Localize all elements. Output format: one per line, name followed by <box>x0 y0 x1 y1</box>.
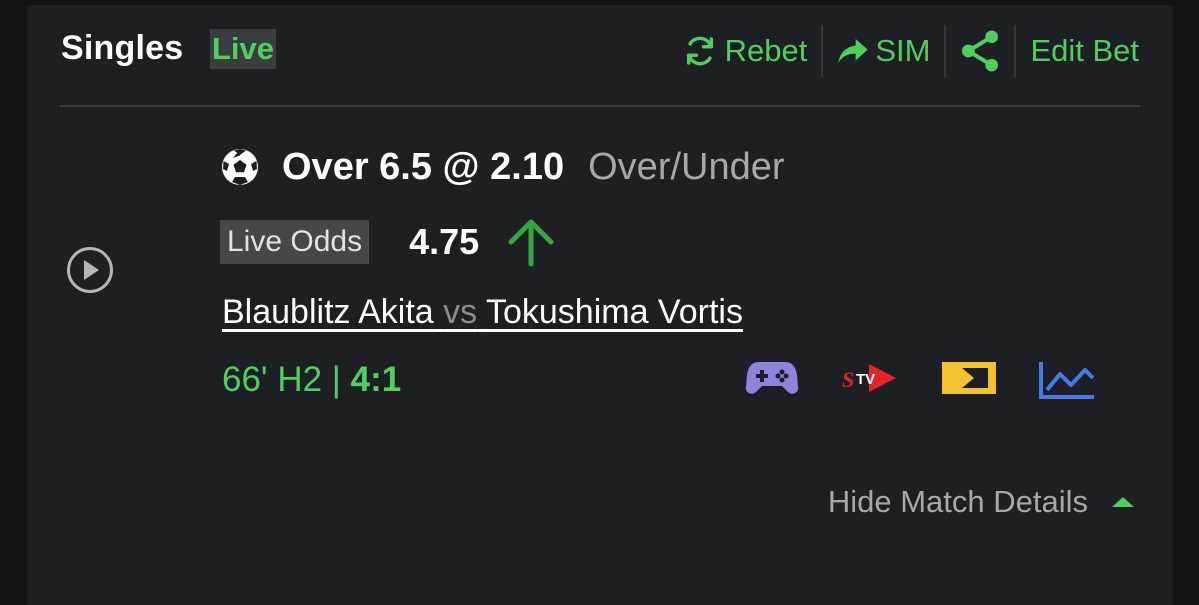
selection-text: Over 6.5 @ 2.10 <box>282 145 565 188</box>
header-divider <box>60 105 1140 107</box>
match-score: 4:1 <box>350 360 402 399</box>
hide-details-button[interactable]: Hide Match Details <box>828 484 1136 520</box>
action-separator <box>1014 25 1017 77</box>
soccer-ball-icon <box>222 149 258 185</box>
svg-text:S: S <box>842 367 854 392</box>
edit-bet-label: Edit Bet <box>1030 33 1139 68</box>
caret-up-icon <box>1112 497 1134 507</box>
home-team: Blaublitz Akita <box>222 293 434 331</box>
arrow-up-icon <box>508 219 554 267</box>
vs-label: vs <box>443 293 478 331</box>
header-actions: Rebet SIM Edit Bet <box>683 25 1139 77</box>
tv-icon[interactable] <box>941 360 997 396</box>
svg-text:TV: TV <box>856 371 875 388</box>
bet-type-title: Singles <box>61 29 184 67</box>
share-icon <box>962 30 999 72</box>
rebet-button[interactable]: Rebet <box>683 33 808 69</box>
sim-button[interactable]: SIM <box>837 33 930 69</box>
live-badge: Live <box>210 29 277 69</box>
stv-icon[interactable]: S TV <box>841 360 899 396</box>
action-separator <box>944 25 947 77</box>
play-button[interactable] <box>67 247 113 293</box>
away-team: Tokushima Vortis <box>485 293 743 331</box>
chart-icon[interactable] <box>1038 360 1096 400</box>
market-name: Over/Under <box>588 145 785 188</box>
bet-header: Singles Live Rebet SIM Edit Bet <box>61 25 1139 77</box>
hide-details-label: Hide Match Details <box>827 484 1088 519</box>
rebet-label: Rebet <box>724 33 808 68</box>
play-icon <box>84 260 99 280</box>
match-clock: 66' H2 | <box>222 360 351 399</box>
action-separator <box>821 25 824 77</box>
gamepad-icon[interactable] <box>745 360 799 396</box>
live-odds-row: Live Odds 4.75 <box>220 217 559 267</box>
refresh-icon <box>686 36 713 66</box>
share-button[interactable] <box>960 29 1000 73</box>
match-teams-link[interactable]: Blaublitz Akita vs Tokushima Vortis <box>222 293 743 332</box>
match-status: 66' H2 | 4:1 <box>222 360 401 400</box>
live-odds-value: 4.75 <box>409 221 480 262</box>
selection-row: Over 6.5 @ 2.10 Over/Under <box>220 144 785 190</box>
edit-bet-button[interactable]: Edit Bet <box>1030 33 1139 69</box>
sim-label: SIM <box>875 33 931 68</box>
bet-card: Singles Live Rebet SIM Edit Bet Over 6.5… <box>27 5 1173 605</box>
live-odds-label: Live Odds <box>220 220 370 264</box>
share-arrow-icon <box>838 39 868 63</box>
